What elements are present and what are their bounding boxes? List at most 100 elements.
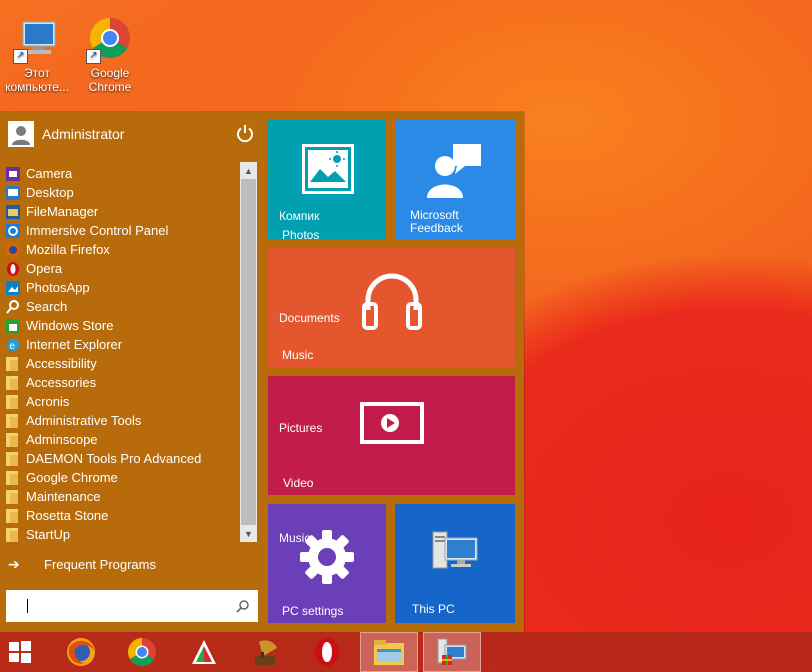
- user-icon: [8, 121, 34, 147]
- tile-microsoft-feedback[interactable]: Microsoft Feedback: [395, 120, 515, 239]
- program-item-firefox[interactable]: Mozilla Firefox: [6, 240, 238, 259]
- desktop-app-icon: [6, 185, 20, 200]
- folder-icon: [6, 356, 20, 371]
- program-label: Adminscope: [26, 432, 98, 447]
- app-red-green-icon: [192, 640, 216, 664]
- program-item-desktop[interactable]: Desktop: [6, 183, 238, 202]
- taskbar-gramophone[interactable]: [236, 632, 294, 672]
- control-panel-icon: [6, 223, 20, 238]
- tile-name: Music: [282, 348, 314, 362]
- program-folder-rosetta-stone[interactable]: Rosetta Stone: [6, 506, 238, 525]
- scroll-down-icon[interactable]: ▼: [240, 525, 257, 542]
- desktop-icon-label: Этот компьюте...: [5, 66, 69, 94]
- program-label: Internet Explorer: [26, 337, 123, 352]
- scroll-up-icon[interactable]: ▲: [240, 162, 257, 179]
- photo-icon: [302, 144, 354, 194]
- tile-sublabel: Компик: [279, 209, 320, 223]
- tile-video[interactable]: Pictures Video: [268, 376, 515, 495]
- firefox-icon: [67, 638, 95, 666]
- tile-name: Video: [283, 476, 314, 490]
- program-item-search[interactable]: Search: [6, 297, 238, 316]
- scrollbar-thumb[interactable]: [241, 179, 256, 525]
- tile-name: Photos: [282, 228, 320, 240]
- program-item-filemanager[interactable]: FileManager: [6, 202, 238, 221]
- folder-icon: [6, 470, 20, 485]
- program-label: PhotosApp: [26, 280, 90, 295]
- program-folder-adminscope[interactable]: Adminscope: [6, 430, 238, 449]
- taskbar-chrome[interactable]: [113, 632, 171, 672]
- video-icon: [360, 402, 424, 444]
- text-caret: [27, 599, 28, 613]
- program-item-photosapp[interactable]: PhotosApp: [6, 278, 238, 297]
- taskbar-firefox[interactable]: [52, 632, 110, 672]
- search-icon[interactable]: [236, 599, 250, 618]
- user-name: Administrator: [42, 126, 125, 142]
- start-menu: Administrator Camera Desktop FileManager…: [0, 112, 524, 632]
- search-box[interactable]: [6, 590, 258, 622]
- chrome-icon: ↗: [86, 16, 134, 64]
- folder-icon: [6, 527, 20, 542]
- user-account[interactable]: Administrator: [8, 120, 258, 148]
- program-item-camera[interactable]: Camera: [6, 164, 238, 183]
- taskbar-file-explorer[interactable]: [360, 632, 418, 672]
- program-folder-google-chrome[interactable]: Google Chrome: [6, 468, 238, 487]
- tile-pc-settings[interactable]: Music PC settings: [268, 504, 386, 623]
- folder-icon: [6, 489, 20, 504]
- windows-start-icon: [9, 641, 31, 663]
- search-input[interactable]: [24, 596, 228, 618]
- camera-app-icon: [6, 166, 20, 181]
- program-folder-startup[interactable]: StartUp: [6, 525, 238, 544]
- program-label: Accessibility: [26, 356, 97, 371]
- folder-icon: [6, 394, 20, 409]
- store-icon: [6, 318, 20, 333]
- tile-sublabel: Pictures: [279, 421, 323, 435]
- desktop-icon-this-pc[interactable]: ↗ Этот компьюте...: [2, 16, 72, 94]
- program-label: DAEMON Tools Pro Advanced: [26, 451, 202, 466]
- taskbar-opera[interactable]: [298, 632, 356, 672]
- program-list-scrollbar[interactable]: ▲ ▼: [240, 162, 257, 542]
- program-label: Acronis: [26, 394, 70, 409]
- chrome-icon: [128, 638, 156, 666]
- desktop-icon-label: Google Chrome: [88, 66, 132, 94]
- photos-app-icon: [6, 280, 20, 295]
- ie-icon: e: [6, 338, 20, 352]
- frequent-programs-label: Frequent Programs: [44, 557, 156, 572]
- folder-icon: [6, 413, 20, 428]
- folder-icon: [6, 375, 20, 390]
- program-label: StartUp: [26, 527, 71, 542]
- program-item-windows-store[interactable]: Windows Store: [6, 316, 238, 335]
- program-label: Mozilla Firefox: [26, 242, 110, 257]
- program-item-control-panel[interactable]: Immersive Control Panel: [6, 221, 238, 240]
- svg-text:e: e: [10, 341, 16, 352]
- program-label: Opera: [26, 261, 63, 276]
- tile-this-pc[interactable]: This PC: [395, 504, 515, 623]
- folder-icon: [6, 451, 20, 466]
- tile-sublabel: Microsoft Feedback: [410, 208, 463, 235]
- tile-name: PC settings: [282, 604, 344, 618]
- program-folder-daemon-tools[interactable]: DAEMON Tools Pro Advanced: [6, 449, 238, 468]
- this-pc-icon: ↗: [13, 16, 61, 64]
- headphones-icon: [362, 273, 422, 330]
- firefox-icon: [6, 242, 20, 257]
- power-icon[interactable]: [235, 124, 255, 144]
- file-manager-icon: [6, 204, 20, 219]
- taskbar-app-red-green[interactable]: [175, 632, 233, 672]
- arrow-right-icon: ➔: [8, 556, 20, 572]
- program-label: Camera: [26, 166, 73, 181]
- program-folder-acronis[interactable]: Acronis: [6, 392, 238, 411]
- program-item-internet-explorer[interactable]: e Internet Explorer: [6, 335, 238, 354]
- start-button[interactable]: [0, 632, 40, 672]
- program-label: Desktop: [26, 185, 74, 200]
- program-folder-accessories[interactable]: Accessories: [6, 373, 238, 392]
- program-item-opera[interactable]: Opera: [6, 259, 238, 278]
- tile-music[interactable]: Documents Music: [268, 248, 515, 367]
- program-folder-maintenance[interactable]: Maintenance: [6, 487, 238, 506]
- taskbar-this-pc[interactable]: [423, 632, 481, 672]
- folder-icon: [6, 508, 20, 523]
- program-folder-administrative-tools[interactable]: Administrative Tools: [6, 411, 238, 430]
- desktop-icon-google-chrome[interactable]: ↗ Google Chrome: [75, 16, 145, 94]
- program-folder-accessibility[interactable]: Accessibility: [6, 354, 238, 373]
- program-label: Immersive Control Panel: [26, 223, 169, 238]
- frequent-programs-link[interactable]: ➔ Frequent Programs: [8, 556, 248, 573]
- tile-photos[interactable]: Компик Photos: [268, 120, 386, 239]
